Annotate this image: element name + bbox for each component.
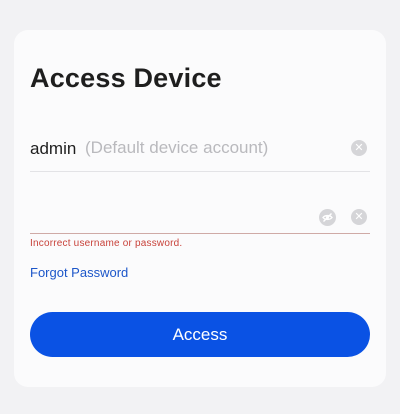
clear-circle-icon[interactable]: ✕ (351, 209, 367, 225)
error-message: Incorrect username or password. (30, 238, 183, 249)
forgot-password-link[interactable]: Forgot Password (30, 265, 128, 280)
access-device-card: Access Device admin (Default device acco… (14, 30, 386, 387)
username-hint: (Default device account) (85, 138, 269, 157)
username-field[interactable]: admin (Default device account) ✕ (30, 130, 370, 172)
page-title: Access Device (30, 63, 222, 93)
clear-circle-icon[interactable]: ✕ (351, 140, 367, 156)
eye-hidden-icon[interactable] (319, 209, 336, 226)
username-value: admin (30, 139, 77, 158)
access-button[interactable]: Access (30, 312, 370, 357)
password-field[interactable]: ✕ (30, 190, 370, 234)
